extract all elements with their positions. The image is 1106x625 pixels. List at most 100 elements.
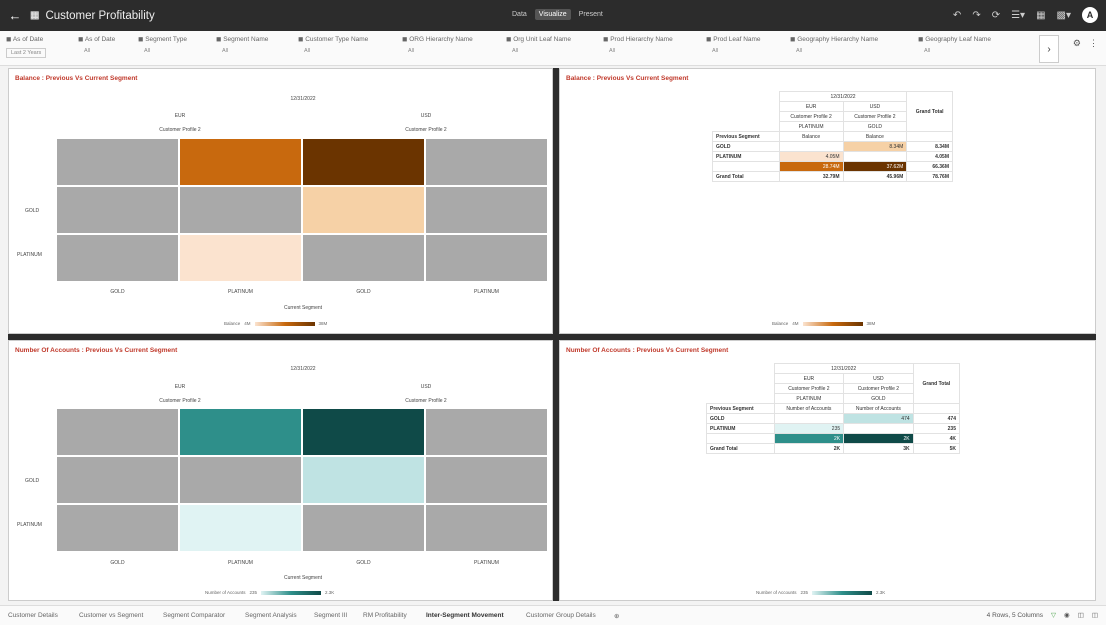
more-options-icon[interactable]: ⋮: [1089, 38, 1098, 49]
heatmap-legend: Number of Accounts 235 2.3K: [205, 590, 334, 595]
filter-geography-hierarchy-name[interactable]: ◼ Geography Hierarchy Name All: [790, 35, 878, 54]
table-cell: Grand Total: [706, 443, 775, 454]
heatmap-currency-header: EUR: [174, 113, 186, 119]
heatmap-cell[interactable]: [303, 457, 424, 503]
heatmap-cell[interactable]: [57, 505, 178, 551]
filter-as-of-date-2[interactable]: ◼ As of Date All: [78, 35, 115, 54]
accounts-pivot-table: 12/31/2022 Grand Total EUR USD Customer P…: [706, 363, 961, 454]
panel-title: Number Of Accounts : Previous Vs Current…: [15, 347, 178, 354]
tab-customer-vs-segment[interactable]: Customer vs Segment: [79, 612, 143, 619]
back-arrow-icon[interactable]: ←: [4, 8, 26, 23]
filter-value: All: [712, 48, 719, 54]
filter-label: Customer Type Name: [305, 36, 369, 43]
tab-segment-iii[interactable]: Segment III: [314, 612, 347, 619]
tab-customer-group-details[interactable]: Customer Group Details: [526, 612, 596, 619]
heatmap-cell[interactable]: [180, 409, 301, 455]
heatmap-currency-header: USD: [420, 384, 432, 390]
heatmap-cell[interactable]: [303, 139, 424, 185]
table-cell: GOLD: [706, 413, 775, 424]
filter-label: Segment Type: [145, 36, 187, 43]
table-row[interactable]: PLATINUM 4.05M 4.05M: [712, 151, 953, 162]
panel-title: Number Of Accounts : Previous Vs Current…: [566, 347, 729, 354]
add-tab-icon[interactable]: ⊕: [614, 612, 619, 620]
tab-segment-comparator[interactable]: Segment Comparator: [163, 612, 225, 619]
filter-as-of-date-1[interactable]: ◼ As of Date Last 2 Years: [6, 35, 47, 58]
heatmap-cell[interactable]: [180, 457, 301, 503]
filter-prod-hierarchy-name[interactable]: ◼ Prod Hierarchy Name All: [603, 35, 673, 54]
table-cell: 3K: [843, 443, 914, 454]
table-row[interactable]: Grand Total 2K 3K 5K: [706, 443, 961, 454]
heatmap-cell[interactable]: [303, 505, 424, 551]
heatmap-col-label: PLATINUM: [474, 560, 499, 566]
legend-label: Balance: [224, 321, 241, 326]
grid-icon[interactable]: ◫: [1078, 611, 1084, 619]
heatmap-cell[interactable]: [57, 187, 178, 233]
heatmap-cell[interactable]: [180, 187, 301, 233]
table-cell: 4.05M: [906, 151, 953, 162]
target-icon[interactable]: ◉: [1064, 611, 1070, 619]
heatmap-cell[interactable]: [303, 235, 424, 281]
filter-org-hierarchy-name[interactable]: ◼ ORG Hierarchy Name All: [402, 35, 473, 54]
table-row[interactable]: GOLD 8.34M 8.34M: [712, 141, 953, 152]
legend-min: 4M: [792, 321, 799, 326]
heatmap-cell[interactable]: [426, 409, 547, 455]
chevron-right-icon[interactable]: ›: [1039, 35, 1059, 63]
table-date-header: 12/31/2022: [773, 363, 914, 374]
split-view-icon[interactable]: ◫: [1092, 611, 1098, 619]
heatmap-cell[interactable]: [180, 505, 301, 551]
mode-present[interactable]: Present: [575, 9, 607, 20]
filter-prod-leaf-name[interactable]: ◼ Prod Leaf Name All: [706, 35, 761, 54]
filter-icon[interactable]: ▽: [1051, 611, 1056, 619]
mode-data[interactable]: Data: [508, 9, 531, 20]
heatmap-cell[interactable]: [57, 409, 178, 455]
legend-max: 38M: [318, 321, 328, 326]
menu-icon[interactable]: ☰▾: [1011, 10, 1025, 21]
heatmap-cell[interactable]: [57, 457, 178, 503]
heatmap-cell[interactable]: [426, 457, 547, 503]
table-row[interactable]: 28.74M 37.62M 66.36M: [712, 161, 953, 172]
heatmap-cell[interactable]: [180, 139, 301, 185]
heatmap-cell[interactable]: [57, 235, 178, 281]
table-row[interactable]: PLATINUM 235 235: [706, 423, 961, 434]
heatmap-cell[interactable]: [180, 235, 301, 281]
table-col-header: USD: [843, 373, 914, 384]
redo-icon[interactable]: ↷: [972, 10, 980, 21]
toolbar-right: ↶ ↷ ⟳ ☰▾ ▦ ▩▾ A: [953, 7, 1098, 23]
legend-max: 38M: [866, 321, 876, 326]
mode-visualize[interactable]: Visualize: [534, 9, 571, 20]
filter-geography-leaf-name[interactable]: ◼ Geography Leaf Name All: [918, 35, 991, 54]
table-row[interactable]: 2K 2K 4K: [706, 433, 961, 444]
heatmap-cell[interactable]: [426, 139, 547, 185]
filter-org-unit-leaf-name[interactable]: ◼ Org Unit Leaf Name All: [506, 35, 571, 54]
heatmap-cell[interactable]: [426, 235, 547, 281]
refresh-icon[interactable]: ⟳: [992, 10, 1000, 21]
tab-customer-details[interactable]: Customer Details: [8, 612, 58, 619]
heatmap-cell[interactable]: [57, 139, 178, 185]
export-icon[interactable]: ▩▾: [1057, 10, 1071, 21]
legend-min: 4M: [244, 321, 251, 326]
filter-label: Prod Leaf Name: [713, 36, 761, 43]
filter-settings-icon[interactable]: ⚙: [1073, 38, 1081, 49]
table-cell: 474: [843, 413, 914, 424]
heatmap-cell[interactable]: [426, 505, 547, 551]
filter-segment-name[interactable]: ◼ Segment Name All: [216, 35, 268, 54]
table-legend: Number of Accounts 235 2.3K: [756, 590, 885, 595]
user-avatar[interactable]: A: [1082, 7, 1098, 23]
table-col-header: Customer Profile 2: [842, 111, 908, 122]
table-cell: 235: [773, 423, 845, 434]
tab-inter-segment-movement[interactable]: Inter-Segment Movement: [426, 612, 504, 619]
undo-icon[interactable]: ↶: [953, 10, 961, 21]
save-icon[interactable]: ▦: [1036, 10, 1045, 21]
filter-segment-type[interactable]: ◼ Segment Type All: [138, 35, 187, 54]
heatmap-cell[interactable]: [303, 187, 424, 233]
accounts-table-panel: Number Of Accounts : Previous Vs Current…: [559, 340, 1096, 601]
heatmap-cell[interactable]: [426, 187, 547, 233]
horizontal-divider[interactable]: [8, 334, 1096, 340]
table-row[interactable]: GOLD 474 474: [706, 413, 961, 424]
filter-customer-type-name[interactable]: ◼ Customer Type Name All: [298, 35, 368, 54]
tab-segment-analysis[interactable]: Segment Analysis: [245, 612, 297, 619]
heatmap-profile-header: Customer Profile 2: [159, 398, 201, 404]
table-row[interactable]: Grand Total 32.79M 45.96M 78.76M: [712, 171, 953, 182]
tab-rm-profitability[interactable]: RM Profitability: [363, 612, 407, 619]
heatmap-cell[interactable]: [303, 409, 424, 455]
